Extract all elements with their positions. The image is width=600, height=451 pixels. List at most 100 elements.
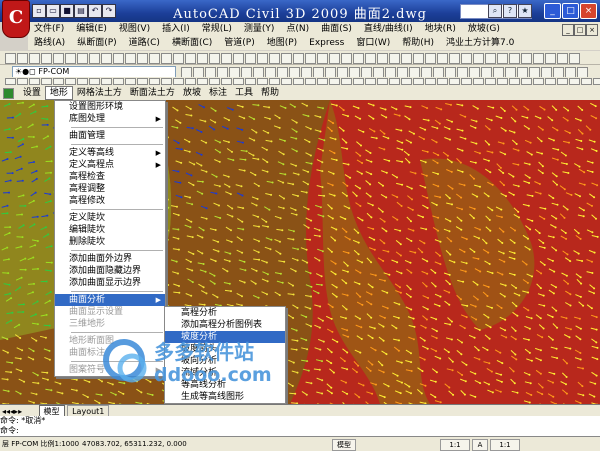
menu-item-secondary-5[interactable]: 地图(P) <box>261 36 303 50</box>
standard-tool-icon-18[interactable] <box>221 53 232 64</box>
print-icon[interactable]: ▤ <box>74 4 88 18</box>
menu-item-primary-9[interactable]: 地块(R) <box>419 22 462 36</box>
doc-restore-button[interactable]: □ <box>574 24 586 36</box>
standard-tool-icon-13[interactable] <box>161 53 172 64</box>
standard-tool-icon-12[interactable] <box>149 53 160 64</box>
standard-tool-icon-46[interactable] <box>557 53 568 64</box>
doc-close-button[interactable]: × <box>586 24 598 36</box>
property-tool-icon-31[interactable] <box>377 78 388 85</box>
menu-item-secondary-0[interactable]: 路线(A) <box>28 36 71 50</box>
property-tool-icon-27[interactable] <box>329 78 340 85</box>
menu-item-secondary-1[interactable]: 纵断面(P) <box>71 36 122 50</box>
menu-item-primary-3[interactable]: 插入(I) <box>156 22 196 36</box>
property-tool-icon-11[interactable] <box>137 78 148 85</box>
status-model-button[interactable]: 模型 <box>332 439 356 451</box>
property-tool-icon-2[interactable] <box>29 78 40 85</box>
property-tool-icon-18[interactable] <box>221 78 232 85</box>
property-tool-icon-21[interactable] <box>257 78 268 85</box>
open-icon[interactable]: ▭ <box>46 4 60 18</box>
app-logo-icon[interactable]: C <box>2 0 30 38</box>
property-tool-icon-38[interactable] <box>461 78 472 85</box>
property-tool-icon-12[interactable] <box>149 78 160 85</box>
property-tool-icon-19[interactable] <box>233 78 244 85</box>
property-tool-icon-46[interactable] <box>557 78 568 85</box>
civil-menu-item-6[interactable]: 工具 <box>231 86 257 100</box>
standard-tool-icon-45[interactable] <box>545 53 556 64</box>
standard-tool-icon-29[interactable] <box>353 53 364 64</box>
property-tool-icon-10[interactable] <box>125 78 136 85</box>
property-tool-icon-34[interactable] <box>413 78 424 85</box>
standard-tool-icon-40[interactable] <box>485 53 496 64</box>
maximize-button[interactable]: □ <box>562 3 579 19</box>
standard-tool-icon-8[interactable] <box>101 53 112 64</box>
property-tool-icon-5[interactable] <box>65 78 76 85</box>
property-tool-icon-1[interactable] <box>17 78 28 85</box>
civil-menu-item-1[interactable]: 地形 <box>45 86 73 100</box>
menu-item-secondary-9[interactable]: 鸿业土方计算7.0 <box>440 36 520 50</box>
minimize-button[interactable]: _ <box>544 3 561 19</box>
property-tool-icon-33[interactable] <box>401 78 412 85</box>
standard-tool-icon-25[interactable] <box>305 53 316 64</box>
terrain-menu-item-6[interactable]: 定义高程点▶ <box>55 159 165 171</box>
property-tool-icon-37[interactable] <box>449 78 460 85</box>
standard-tool-icon-3[interactable] <box>41 53 52 64</box>
property-tool-icon-36[interactable] <box>437 78 448 85</box>
terrain-menu-item-19[interactable]: 曲面分析▶ <box>55 294 165 306</box>
property-tool-icon-28[interactable] <box>341 78 352 85</box>
property-tool-icon-8[interactable] <box>101 78 112 85</box>
property-tool-icon-3[interactable] <box>41 78 52 85</box>
menu-item-secondary-4[interactable]: 管道(P) <box>218 36 260 50</box>
standard-tool-icon-2[interactable] <box>29 53 40 64</box>
property-tool-icon-16[interactable] <box>197 78 208 85</box>
close-button[interactable]: × <box>580 3 597 19</box>
standard-tool-icon-47[interactable] <box>569 53 580 64</box>
property-tool-icon-0[interactable] <box>5 78 16 85</box>
standard-tool-icon-14[interactable] <box>173 53 184 64</box>
standard-tool-icon-31[interactable] <box>377 53 388 64</box>
property-tool-icon-26[interactable] <box>317 78 328 85</box>
property-tool-icon-23[interactable] <box>281 78 292 85</box>
civil-menu-item-0[interactable]: 设置 <box>19 86 45 100</box>
doc-minimize-button[interactable]: _ <box>562 24 574 36</box>
property-tool-icon-17[interactable] <box>209 78 220 85</box>
property-tool-icon-24[interactable] <box>293 78 304 85</box>
menu-item-secondary-6[interactable]: Express <box>303 36 350 50</box>
property-tool-icon-41[interactable] <box>497 78 508 85</box>
new-icon[interactable]: ▫ <box>32 4 46 18</box>
property-tool-icon-39[interactable] <box>473 78 484 85</box>
terrain-menu-item-17[interactable]: 添加曲面显示边界 <box>55 277 165 289</box>
standard-tool-icon-1[interactable] <box>17 53 28 64</box>
standard-tool-icon-34[interactable] <box>413 53 424 64</box>
standard-tool-icon-33[interactable] <box>401 53 412 64</box>
civil-menu-item-4[interactable]: 放坡 <box>179 86 205 100</box>
property-tool-icon-9[interactable] <box>113 78 124 85</box>
standard-tool-icon-23[interactable] <box>281 53 292 64</box>
property-tool-icon-15[interactable] <box>185 78 196 85</box>
terrain-menu-item-13[interactable]: 删除陡坎 <box>55 236 165 248</box>
standard-tool-icon-39[interactable] <box>473 53 484 64</box>
standard-tool-icon-9[interactable] <box>113 53 124 64</box>
standard-tool-icon-43[interactable] <box>521 53 532 64</box>
civil-menu-item-5[interactable]: 标注 <box>205 86 231 100</box>
terrain-menu-item-12[interactable]: 编辑陡坎 <box>55 224 165 236</box>
standard-tool-icon-38[interactable] <box>461 53 472 64</box>
undo-icon[interactable]: ↶ <box>88 4 102 18</box>
standard-tool-icon-20[interactable] <box>245 53 256 64</box>
standard-tool-icon-41[interactable] <box>497 53 508 64</box>
property-tool-icon-49[interactable] <box>593 78 600 85</box>
terrain-menu-item-0[interactable]: 设置图形环境 <box>55 101 165 113</box>
menu-item-primary-7[interactable]: 曲面(S) <box>315 22 358 36</box>
property-tool-icon-20[interactable] <box>245 78 256 85</box>
terrain-menu-item-16[interactable]: 添加曲面隐藏边界 <box>55 265 165 277</box>
standard-tool-icon-10[interactable] <box>125 53 136 64</box>
menu-item-primary-10[interactable]: 放坡(G) <box>462 22 506 36</box>
property-tool-icon-47[interactable] <box>569 78 580 85</box>
menu-item-secondary-2[interactable]: 道路(C) <box>123 36 166 50</box>
menu-item-primary-0[interactable]: 文件(F) <box>28 22 70 36</box>
standard-tool-icon-19[interactable] <box>233 53 244 64</box>
standard-tool-icon-35[interactable] <box>425 53 436 64</box>
property-tool-icon-48[interactable] <box>581 78 592 85</box>
search-icon[interactable]: ⌕ <box>488 4 502 18</box>
property-tool-icon-32[interactable] <box>389 78 400 85</box>
save-icon[interactable]: ■ <box>60 4 74 18</box>
